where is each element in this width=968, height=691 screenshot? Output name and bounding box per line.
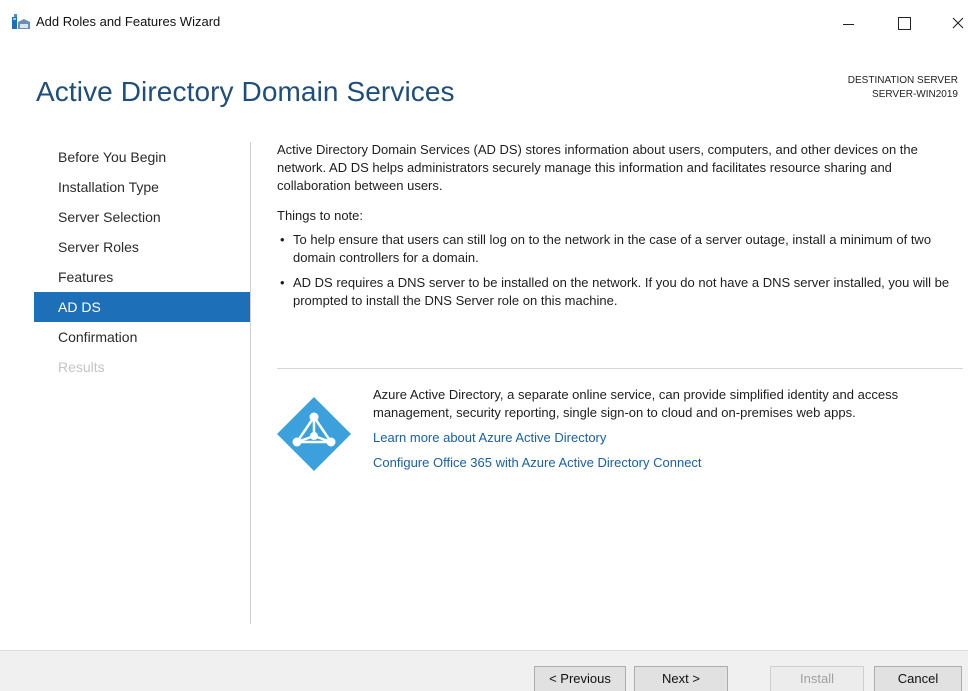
- note-text: To help ensure that users can still log …: [293, 232, 932, 265]
- next-button[interactable]: Next >: [634, 666, 728, 691]
- previous-button[interactable]: < Previous: [534, 666, 626, 691]
- nav-item-installation-type[interactable]: Installation Type: [34, 172, 250, 202]
- nav-item-server-roles[interactable]: Server Roles: [34, 232, 250, 262]
- nav-item-ad-ds[interactable]: AD DS: [34, 292, 250, 322]
- nav-item-server-selection[interactable]: Server Selection: [34, 202, 250, 232]
- nav-item-results: Results: [58, 359, 105, 375]
- bullet-icon: •: [280, 232, 285, 247]
- wizard-nav: Before You Begin Installation Type Serve…: [34, 142, 250, 382]
- minimize-icon[interactable]: [828, 10, 868, 34]
- destination-server-info: DESTINATION SERVER SERVER-WIN2019: [848, 74, 958, 102]
- azure-description: Azure Active Directory, a separate onlin…: [373, 387, 899, 420]
- title-bar[interactable]: Add Roles and Features Wizard: [0, 0, 968, 42]
- window-title: Add Roles and Features Wizard: [36, 14, 221, 29]
- section-divider: [277, 368, 963, 369]
- install-button: Install: [770, 666, 864, 691]
- destination-server-name: SERVER-WIN2019: [872, 89, 958, 100]
- note-item: • To help ensure that users can still lo…: [277, 231, 967, 267]
- bullet-icon: •: [280, 275, 285, 290]
- button-bar: < Previous Next > Install Cancel: [0, 650, 968, 691]
- intro-text: Active Directory Domain Services (AD DS)…: [277, 142, 918, 193]
- azure-section: Azure Active Directory, a separate onlin…: [373, 386, 953, 472]
- azure-ad-logo-icon: [277, 397, 351, 471]
- maximize-icon[interactable]: [884, 10, 924, 34]
- page-title: Active Directory Domain Services: [36, 76, 455, 107]
- note-item: • AD DS requires a DNS server to be inst…: [277, 274, 967, 310]
- destination-server-label: DESTINATION SERVER: [847, 75, 958, 86]
- nav-item-features[interactable]: Features: [34, 262, 250, 292]
- nav-item-before-you-begin[interactable]: Before You Begin: [34, 142, 250, 172]
- cancel-button[interactable]: Cancel: [874, 666, 962, 691]
- nav-divider: [250, 142, 251, 624]
- server-manager-icon: [12, 14, 30, 29]
- main-content: Active Directory Domain Services (AD DS)…: [277, 141, 967, 317]
- note-text: AD DS requires a DNS server to be instal…: [293, 275, 950, 308]
- configure-office365-link[interactable]: Configure Office 365 with Azure Active D…: [373, 454, 953, 472]
- close-icon[interactable]: [942, 10, 968, 34]
- notes-heading: Things to note:: [277, 208, 363, 223]
- nav-item-confirmation[interactable]: Confirmation: [34, 322, 250, 352]
- learn-more-azure-link[interactable]: Learn more about Azure Active Directory: [373, 429, 953, 447]
